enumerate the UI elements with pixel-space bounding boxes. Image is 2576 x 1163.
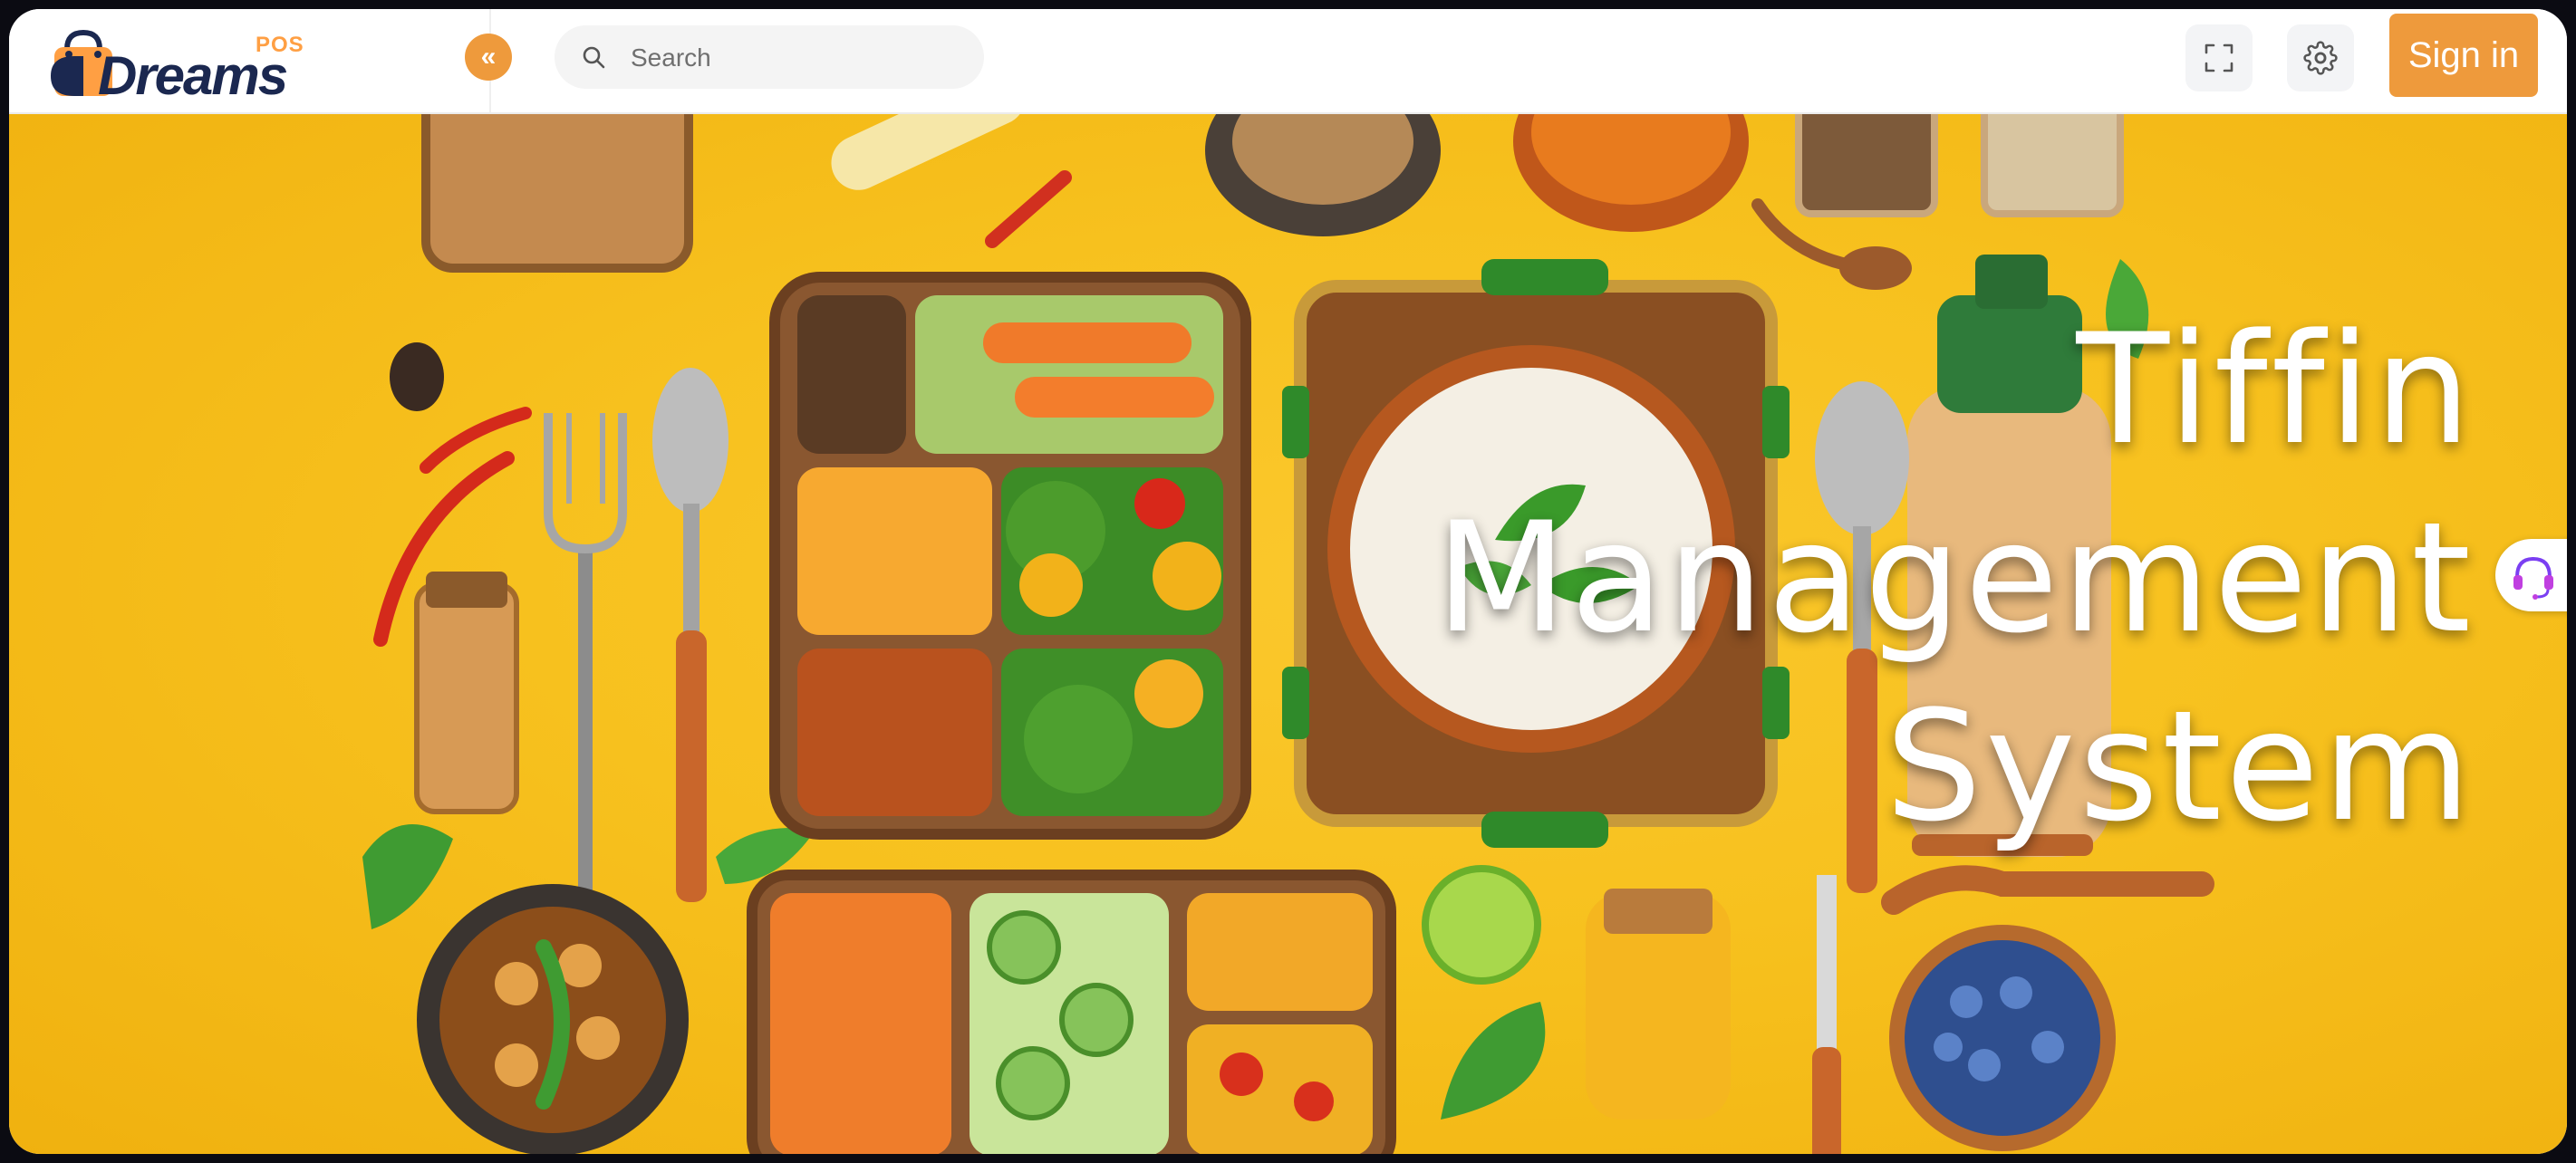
double-chevron-left-icon: « (480, 42, 497, 72)
app-window: Dreams POS « Sign in (9, 9, 2567, 1154)
fullscreen-button[interactable] (2185, 24, 2253, 91)
logo-pos-badge: POS (256, 33, 304, 57)
search-bar[interactable] (555, 25, 984, 91)
brand-logo[interactable]: Dreams POS (42, 16, 314, 107)
gear-icon (2303, 41, 2338, 75)
hero-title-line: Management (1435, 489, 2475, 667)
hero-banner: Tiffin Management System (9, 114, 2567, 1154)
fullscreen-icon (2205, 43, 2233, 72)
sidebar-collapse-button[interactable]: « (465, 34, 512, 81)
sign-in-button[interactable]: Sign in (2389, 14, 2538, 97)
search-icon (583, 46, 605, 69)
support-chat-button[interactable] (2495, 539, 2567, 611)
hero-title-line: System (1885, 678, 2475, 855)
headset-icon (2513, 556, 2553, 600)
hero-title-line: Tiffin (2076, 301, 2475, 478)
search-input[interactable] (629, 25, 968, 91)
top-header: Dreams POS « Sign in (9, 9, 2567, 114)
hero-title: Tiffin Management System (1435, 295, 2475, 860)
settings-button[interactable] (2287, 24, 2354, 91)
